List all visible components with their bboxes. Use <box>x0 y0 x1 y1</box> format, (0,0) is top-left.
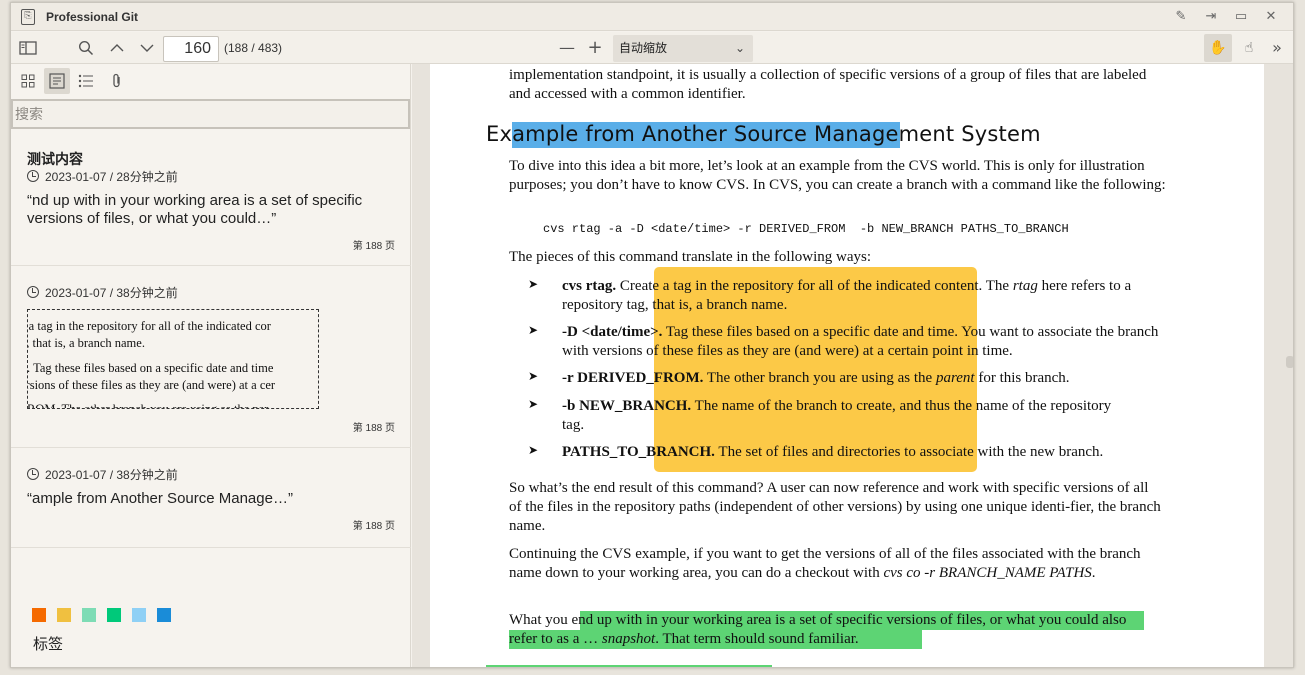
zoom-select[interactable]: 自动缩放 ⌄ <box>613 35 753 62</box>
zoom-in-icon[interactable]: + <box>585 37 605 59</box>
note-quote: “nd up with in your working area is a se… <box>27 192 363 227</box>
clock-icon <box>27 286 39 298</box>
snapshot-line: ersions of these files as they are (and … <box>27 378 276 392</box>
list-item: -r DERIVED_FROM. The other branch you ar… <box>562 370 1070 386</box>
arrow-bullet-icon: ➤ <box>528 443 539 457</box>
app-window: ⎘ Professional Git ✎ ⇥ ▭ ✕ 160 (188 / 48… <box>10 2 1294 668</box>
arrow-bullet-icon: ➤ <box>528 323 539 337</box>
note-snapshot-image: e a tag in the repository for all of the… <box>27 309 319 409</box>
sidebar-tabs <box>11 64 410 98</box>
touch-tool-icon[interactable]: ☝ <box>1237 37 1261 59</box>
note-date: 2023-01-07 / 38分钟之前 <box>27 284 178 301</box>
page-count: (188 / 483) <box>224 41 283 55</box>
snapshot-line: >. Tag these files based on a specific d… <box>27 361 274 375</box>
note-card[interactable]: 2023-01-07 / 38分钟之前 e a tag in the repos… <box>11 266 411 448</box>
pdf-page: implementation standpoint, it is usually… <box>430 64 1264 667</box>
maximize-icon[interactable]: ▭ <box>1233 9 1249 25</box>
intro-paragraph: implementation standpoint, it is usually… <box>509 67 1147 102</box>
code-line: cvs rtag -a -D <date/time> -r DERIVED_FR… <box>543 222 1069 236</box>
clock-icon <box>27 170 39 182</box>
note-page-label: 第 188 页 <box>352 423 395 434</box>
more-tools-icon[interactable]: » <box>1267 37 1287 59</box>
arrow-bullet-icon: ➤ <box>528 277 539 291</box>
note-page-label: 第 188 页 <box>352 241 395 252</box>
tag-color-swatch[interactable] <box>107 608 121 622</box>
arrow-bullet-icon: ➤ <box>528 397 539 411</box>
close-icon[interactable]: ✕ <box>1263 9 1279 25</box>
clock-icon <box>27 468 39 480</box>
notes-search-input[interactable]: 搜索 <box>11 99 410 129</box>
arrow-bullet-icon: ➤ <box>528 369 539 383</box>
chevron-down-icon: ⌄ <box>734 41 745 55</box>
paragraph: So what’s the end result of this command… <box>509 480 1161 534</box>
paragraph: What you end up with in your working are… <box>509 612 1127 647</box>
snapshot-line: g, that is, a branch name. <box>27 336 145 350</box>
snapshot-line: e a tag in the repository for all of the… <box>27 319 271 333</box>
toggle-sidebar-icon[interactable] <box>17 37 39 59</box>
note-card[interactable]: 测试内容 2023-01-07 / 28分钟之前 “nd up with in … <box>11 130 411 266</box>
title-bar: ⎘ Professional Git ✎ ⇥ ▭ ✕ <box>11 3 1293 31</box>
next-page-icon[interactable] <box>136 37 158 59</box>
list-item: -D <date/time>. Tag these files based on… <box>562 324 1159 359</box>
note-date: 2023-01-07 / 38分钟之前 <box>27 466 178 483</box>
green-highlight[interactable] <box>486 665 772 667</box>
snapshot-line: FROM. The other branch you are using as … <box>27 402 269 409</box>
list-item: -b NEW_BRANCH. The name of the branch to… <box>562 398 1112 433</box>
page-number-input[interactable]: 160 <box>163 36 219 62</box>
tag-color-swatch[interactable] <box>57 608 71 622</box>
note-date-text: 2023-01-07 / 38分钟之前 <box>45 286 178 300</box>
hand-tool-icon[interactable]: ✋ <box>1204 34 1232 62</box>
edit-icon[interactable]: ✎ <box>1173 9 1189 25</box>
tag-color-swatch[interactable] <box>132 608 146 622</box>
search-icon[interactable] <box>75 37 97 59</box>
scrollbar-thumb[interactable] <box>1286 356 1293 368</box>
note-quote: “ample from Another Source Manage…” <box>27 490 293 507</box>
notes-tab-icon[interactable] <box>44 68 70 94</box>
paragraph: Continuing the CVS example, if you want … <box>509 546 1141 581</box>
zoom-out-icon[interactable]: — <box>557 37 577 59</box>
note-date-text: 2023-01-07 / 28分钟之前 <box>45 170 178 184</box>
previous-page-icon[interactable] <box>106 37 128 59</box>
pdf-file-icon: ⎘ <box>21 9 35 25</box>
paragraph: To dive into this idea a bit more, let’s… <box>509 158 1166 193</box>
tag-label: 标签 <box>33 636 64 653</box>
thumbnails-tab-icon[interactable] <box>15 68 41 94</box>
note-page-label: 第 188 页 <box>352 521 395 532</box>
list-item: cvs rtag. Create a tag in the repository… <box>562 278 1132 313</box>
note-card[interactable]: 2023-01-07 / 38分钟之前 “ample from Another … <box>11 448 411 548</box>
toolbar: 160 (188 / 483) — + 自动缩放 ⌄ ✋ ☝ » <box>11 32 1293 64</box>
outline-tab-icon[interactable] <box>73 68 99 94</box>
sidebar: 搜索 测试内容 2023-01-07 / 28分钟之前 “nd up with … <box>11 64 411 667</box>
window-title: Professional Git <box>46 10 139 24</box>
note-date-text: 2023-01-07 / 38分钟之前 <box>45 468 178 482</box>
tag-color-swatch[interactable] <box>32 608 46 622</box>
note-date: 2023-01-07 / 28分钟之前 <box>27 168 178 185</box>
paragraph: The pieces of this command translate in … <box>509 249 871 265</box>
pin-icon[interactable]: ⇥ <box>1203 9 1219 25</box>
tag-color-swatch[interactable] <box>82 608 96 622</box>
list-item: PATHS_TO_BRANCH. The set of files and di… <box>562 444 1104 460</box>
zoom-value: 自动缩放 <box>619 41 668 55</box>
document-viewport[interactable]: implementation standpoint, it is usually… <box>412 64 1293 667</box>
attachment-tab-icon[interactable] <box>104 68 130 94</box>
tag-color-swatch[interactable] <box>157 608 171 622</box>
section-heading: Example from Another Source Management S… <box>486 122 1041 146</box>
note-title: 测试内容 <box>27 151 83 167</box>
